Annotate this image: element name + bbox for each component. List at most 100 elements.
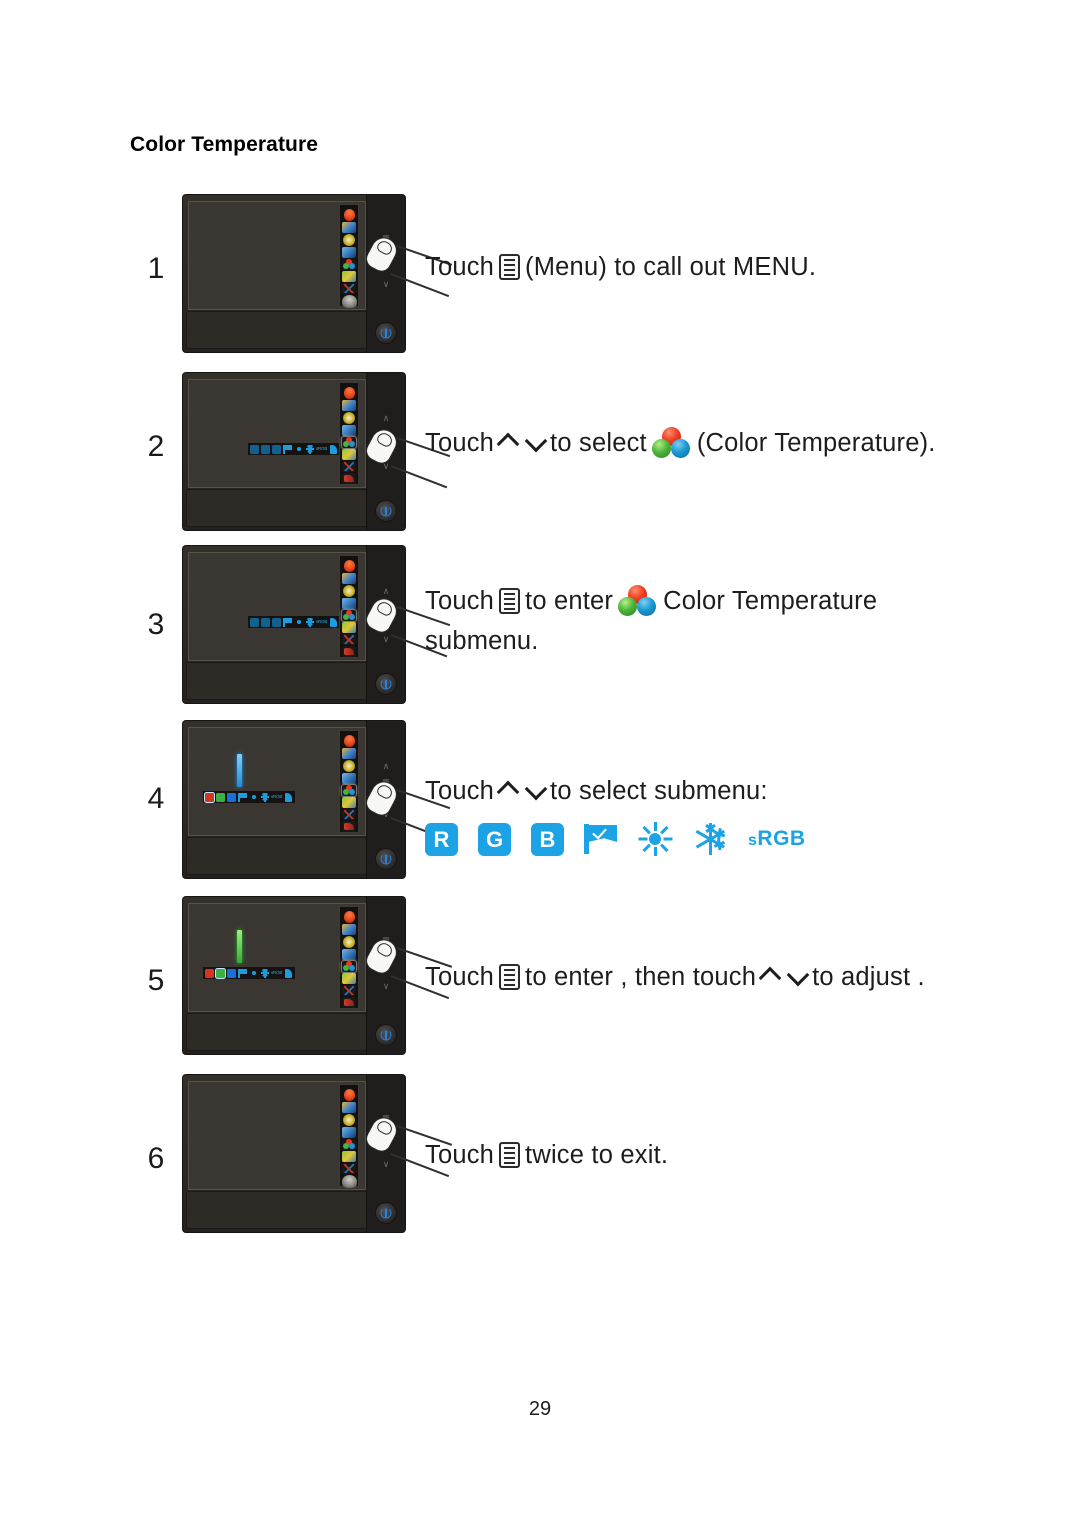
- warm-option[interactable]: [294, 618, 303, 627]
- user-preset-option[interactable]: [238, 792, 247, 802]
- step-number: 1: [147, 252, 165, 285]
- step-number: 5: [147, 964, 165, 997]
- power-button[interactable]: [375, 500, 397, 522]
- color-setup-menu-icon: [343, 760, 355, 772]
- osd-main-menu-strip: [339, 382, 359, 485]
- srgb-option[interactable]: sRGB: [271, 970, 282, 976]
- osd-setup-menu-icon: [342, 425, 356, 436]
- power-icon-bar: [385, 1208, 387, 1218]
- step-number: 3: [147, 608, 165, 641]
- warm-option[interactable]: [249, 793, 258, 802]
- step-text-before: Touch: [425, 963, 495, 992]
- color-setup-menu-icon: [343, 234, 355, 246]
- power-button[interactable]: [375, 1024, 397, 1046]
- srgb-option-icon[interactable]: sRGB: [748, 827, 806, 851]
- blue-option[interactable]: [227, 968, 236, 978]
- color-temperature-rgb-spheres-icon: [651, 427, 690, 459]
- power-icon-bar: [385, 328, 387, 338]
- user-preset-option[interactable]: [238, 968, 247, 978]
- red-option-icon[interactable]: R: [425, 822, 458, 856]
- picture-boost-menu-icon: [342, 622, 356, 633]
- warm-option[interactable]: [294, 445, 303, 454]
- exit-menu-icon: [342, 821, 356, 832]
- power-button[interactable]: [375, 848, 397, 870]
- color-temperature-menu-icon: [342, 1139, 356, 1150]
- exit-option[interactable]: [329, 617, 338, 627]
- luminance-menu-icon: [343, 735, 355, 747]
- srgb-option[interactable]: sRGB: [316, 446, 327, 452]
- picture-boost-menu-icon: [342, 271, 356, 282]
- power-button[interactable]: [375, 673, 397, 695]
- cool-snowflake-icon[interactable]: [692, 822, 728, 856]
- step-row: 2 sRGB ∧ ∨ Touch to select (Color Temper…: [0, 368, 1080, 546]
- green-option-icon[interactable]: G: [478, 822, 511, 856]
- warm-option[interactable]: [249, 969, 258, 978]
- srgb-option[interactable]: sRGB: [316, 619, 327, 625]
- monitor-illustration-step-6: ∧ ∨: [183, 1075, 453, 1232]
- user-preset-option[interactable]: [283, 617, 292, 627]
- monitor-illustration-step-2: sRGB ∧ ∨: [183, 373, 451, 530]
- menu-icon: [499, 254, 521, 280]
- chevron-down-icon: [787, 966, 809, 988]
- cool-option[interactable]: [305, 444, 314, 454]
- cool-option[interactable]: [260, 968, 269, 978]
- green-option[interactable]: [216, 792, 225, 802]
- step-text-after: to adjust .: [812, 963, 925, 992]
- red-option[interactable]: [205, 968, 214, 978]
- osd-setup-menu-icon: [342, 1127, 356, 1138]
- chevron-down-icon: [525, 780, 547, 802]
- color-setup-menu-icon: [343, 412, 355, 424]
- step-instruction: Touch to select submenu:: [425, 772, 768, 809]
- up-button[interactable]: ∧: [380, 586, 392, 596]
- color-temperature-submenu-bar: sRGB: [247, 442, 342, 456]
- color-setup-menu-icon: [343, 936, 355, 948]
- user-preset-flag-icon[interactable]: [584, 824, 618, 854]
- green-option[interactable]: [216, 968, 225, 978]
- color-temperature-submenu-bar: sRGB: [247, 615, 342, 629]
- user-preset-option[interactable]: [283, 444, 292, 454]
- osd-setup-menu-icon: [342, 598, 356, 609]
- value-slider[interactable]: [237, 754, 242, 787]
- exit-option[interactable]: [284, 792, 293, 802]
- green-option[interactable]: [261, 617, 270, 627]
- up-button[interactable]: ∧: [380, 413, 392, 423]
- red-option[interactable]: [205, 792, 214, 802]
- step-number: 2: [147, 430, 165, 463]
- exit-option[interactable]: [329, 444, 338, 454]
- cool-option[interactable]: [260, 792, 269, 802]
- step-text-before: Touch: [425, 429, 495, 458]
- down-button[interactable]: ∨: [380, 981, 392, 991]
- power-button[interactable]: [375, 1202, 397, 1224]
- power-icon-bar: [385, 506, 387, 516]
- red-option[interactable]: [250, 617, 259, 627]
- exit-option[interactable]: [284, 968, 293, 978]
- blue-option[interactable]: [227, 792, 236, 802]
- warm-sun-icon[interactable]: [638, 822, 673, 856]
- cool-option[interactable]: [305, 617, 314, 627]
- up-button[interactable]: ∧: [380, 761, 392, 771]
- step-instruction: Touch to enter Color Temperature submenu.: [425, 582, 877, 660]
- picture-boost-menu-icon: [342, 449, 356, 460]
- srgb-option[interactable]: sRGB: [271, 794, 282, 800]
- monitor-illustration-step-5: sRGB ∨: [183, 897, 453, 1054]
- extra-menu-icon: [342, 283, 356, 294]
- blue-option-icon[interactable]: B: [531, 822, 564, 856]
- color-temperature-menu-icon: [341, 609, 357, 622]
- down-button[interactable]: ∨: [380, 279, 392, 289]
- exit-menu-icon: [342, 473, 356, 484]
- step-text-after: (Menu) to call out MENU.: [525, 253, 817, 282]
- green-option[interactable]: [261, 444, 270, 454]
- step-text-mid: to select submenu:: [550, 777, 768, 806]
- blue-option[interactable]: [272, 444, 281, 454]
- step-text-mid: to select: [550, 429, 647, 458]
- down-button[interactable]: ∨: [380, 1159, 392, 1169]
- image-setup-menu-icon: [342, 924, 356, 935]
- picture-boost-menu-icon: [342, 797, 356, 808]
- power-button[interactable]: [375, 322, 397, 344]
- step-instruction: Touch twice to exit.: [425, 1136, 668, 1173]
- blue-option[interactable]: [272, 617, 281, 627]
- value-slider[interactable]: [237, 930, 242, 963]
- color-temperature-rgb-spheres-icon: [618, 585, 657, 617]
- red-option[interactable]: [250, 444, 259, 454]
- chevron-up-icon: [759, 966, 781, 988]
